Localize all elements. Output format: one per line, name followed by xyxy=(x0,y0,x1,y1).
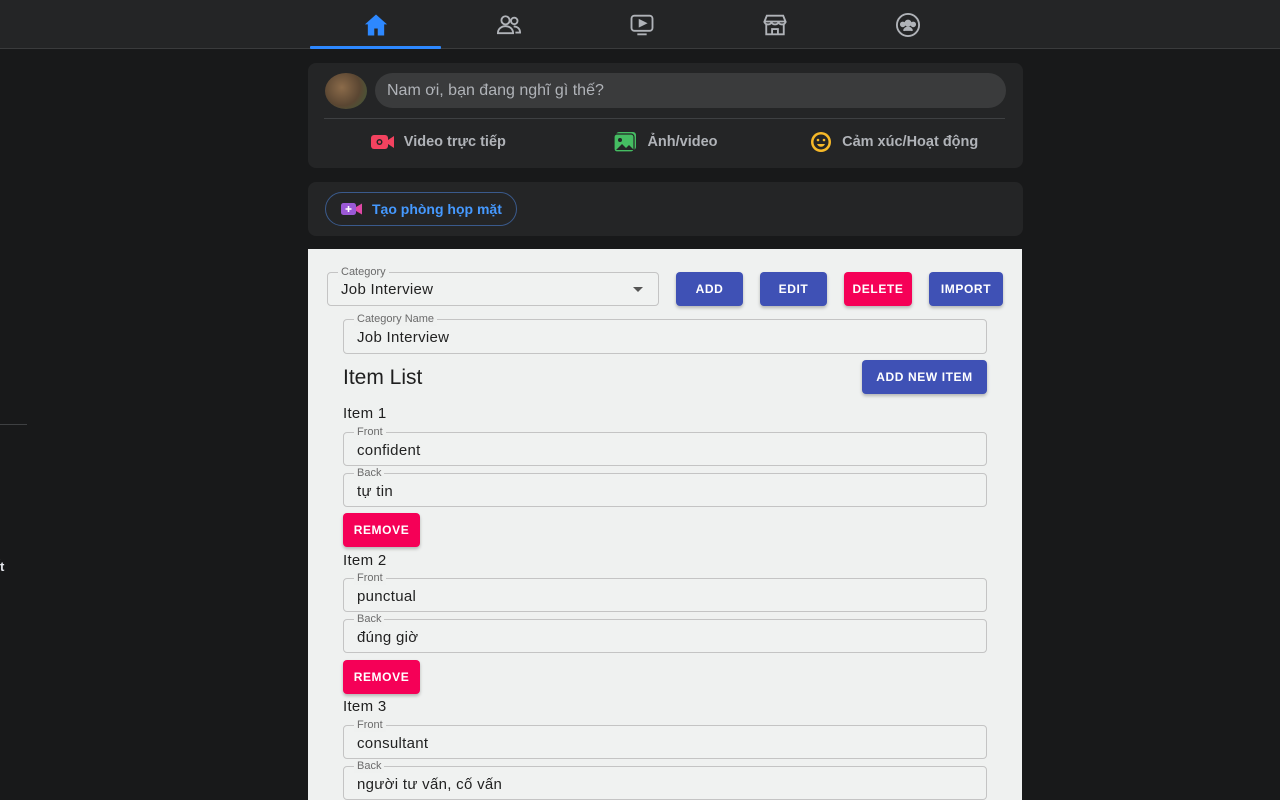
groups-icon xyxy=(895,12,920,37)
sidebar-divider xyxy=(0,424,27,425)
back-legend: Back xyxy=(354,466,385,480)
tab-groups[interactable] xyxy=(841,0,974,49)
create-room-button[interactable]: Tạo phòng họp mặt xyxy=(325,192,517,226)
delete-category-button[interactable]: DELETE xyxy=(844,272,912,306)
remove-item-button[interactable]: REMOVE xyxy=(343,513,420,547)
back-field[interactable]: Back đúng giờ xyxy=(343,612,987,653)
photo-icon xyxy=(613,132,637,153)
category-name-value: Job Interview xyxy=(357,329,450,346)
composer-actions: Video trực tiếp Ảnh/video Cảm xúc/Hoạt đ… xyxy=(324,125,1007,159)
category-legend: Category xyxy=(338,265,389,279)
back-field[interactable]: Back tự tin xyxy=(343,466,987,507)
front-legend: Front xyxy=(354,571,386,585)
back-field[interactable]: Back người tư vấn, cố vấn xyxy=(343,759,987,800)
category-name-field[interactable]: Category Name Job Interview xyxy=(343,312,987,354)
room-card: Tạo phòng họp mặt xyxy=(308,182,1023,236)
import-button[interactable]: IMPORT xyxy=(929,272,1003,306)
marketplace-icon xyxy=(762,14,787,35)
sidebar-cut-text: ́t xyxy=(0,559,5,574)
live-video-label: Video trực tiếp xyxy=(403,134,506,150)
live-video-icon xyxy=(370,135,394,149)
friends-icon xyxy=(496,14,521,34)
home-icon xyxy=(364,14,387,35)
back-value: tự tin xyxy=(357,483,394,500)
photo-video-button[interactable]: Ảnh/video xyxy=(552,125,780,159)
front-field[interactable]: Front consultant xyxy=(343,718,987,759)
feeling-activity-label: Cảm xúc/Hoạt động xyxy=(842,134,979,150)
chevron-down-icon[interactable] xyxy=(633,287,643,292)
tab-marketplace[interactable] xyxy=(708,0,841,49)
back-legend: Back xyxy=(354,612,385,626)
back-value: đúng giờ xyxy=(357,629,419,646)
edit-category-button[interactable]: EDIT xyxy=(760,272,827,306)
front-legend: Front xyxy=(354,718,386,732)
front-value: confident xyxy=(357,442,421,459)
add-new-item-button[interactable]: ADD NEW ITEM xyxy=(862,360,987,394)
front-value: punctual xyxy=(357,588,417,605)
front-legend: Front xyxy=(354,425,386,439)
item-title: Item 3 xyxy=(343,698,387,715)
nav-tabs xyxy=(309,0,974,49)
live-video-button[interactable]: Video trực tiếp xyxy=(324,125,552,159)
category-value: Job Interview xyxy=(341,281,434,298)
whats-on-your-mind-input[interactable]: Nam ơi, bạn đang nghĩ gì thế? xyxy=(375,73,1006,108)
tab-home[interactable] xyxy=(309,0,442,49)
room-video-icon xyxy=(341,203,362,215)
front-field[interactable]: Front confident xyxy=(343,425,987,466)
tab-friends[interactable] xyxy=(442,0,575,49)
front-value: consultant xyxy=(357,735,429,752)
front-field[interactable]: Front punctual xyxy=(343,571,987,612)
video-icon xyxy=(630,14,653,35)
feeling-icon xyxy=(811,132,832,152)
category-name-legend: Category Name xyxy=(354,312,438,326)
remove-item-button[interactable]: REMOVE xyxy=(343,660,420,694)
back-value: người tư vấn, cố vấn xyxy=(357,776,503,793)
avatar[interactable] xyxy=(325,73,367,109)
item-list-title: Item List xyxy=(343,366,423,389)
back-legend: Back xyxy=(354,759,385,773)
category-select[interactable]: Category Job Interview xyxy=(327,265,659,306)
create-room-label: Tạo phòng họp mặt xyxy=(372,201,502,217)
item-title: Item 2 xyxy=(343,552,387,569)
tab-watch[interactable] xyxy=(575,0,708,49)
photo-video-label: Ảnh/video xyxy=(647,134,718,150)
post-composer: Nam ơi, bạn đang nghĩ gì thế? Video trực… xyxy=(308,63,1023,168)
top-navigation-bar xyxy=(0,0,1280,49)
item-title: Item 1 xyxy=(343,405,387,422)
composer-divider xyxy=(324,118,1005,119)
add-category-button[interactable]: ADD xyxy=(676,272,743,306)
flashcard-editor-panel: Category Job Interview ADD EDIT DELETE I… xyxy=(308,249,1022,800)
feeling-activity-button[interactable]: Cảm xúc/Hoạt động xyxy=(779,125,1007,159)
